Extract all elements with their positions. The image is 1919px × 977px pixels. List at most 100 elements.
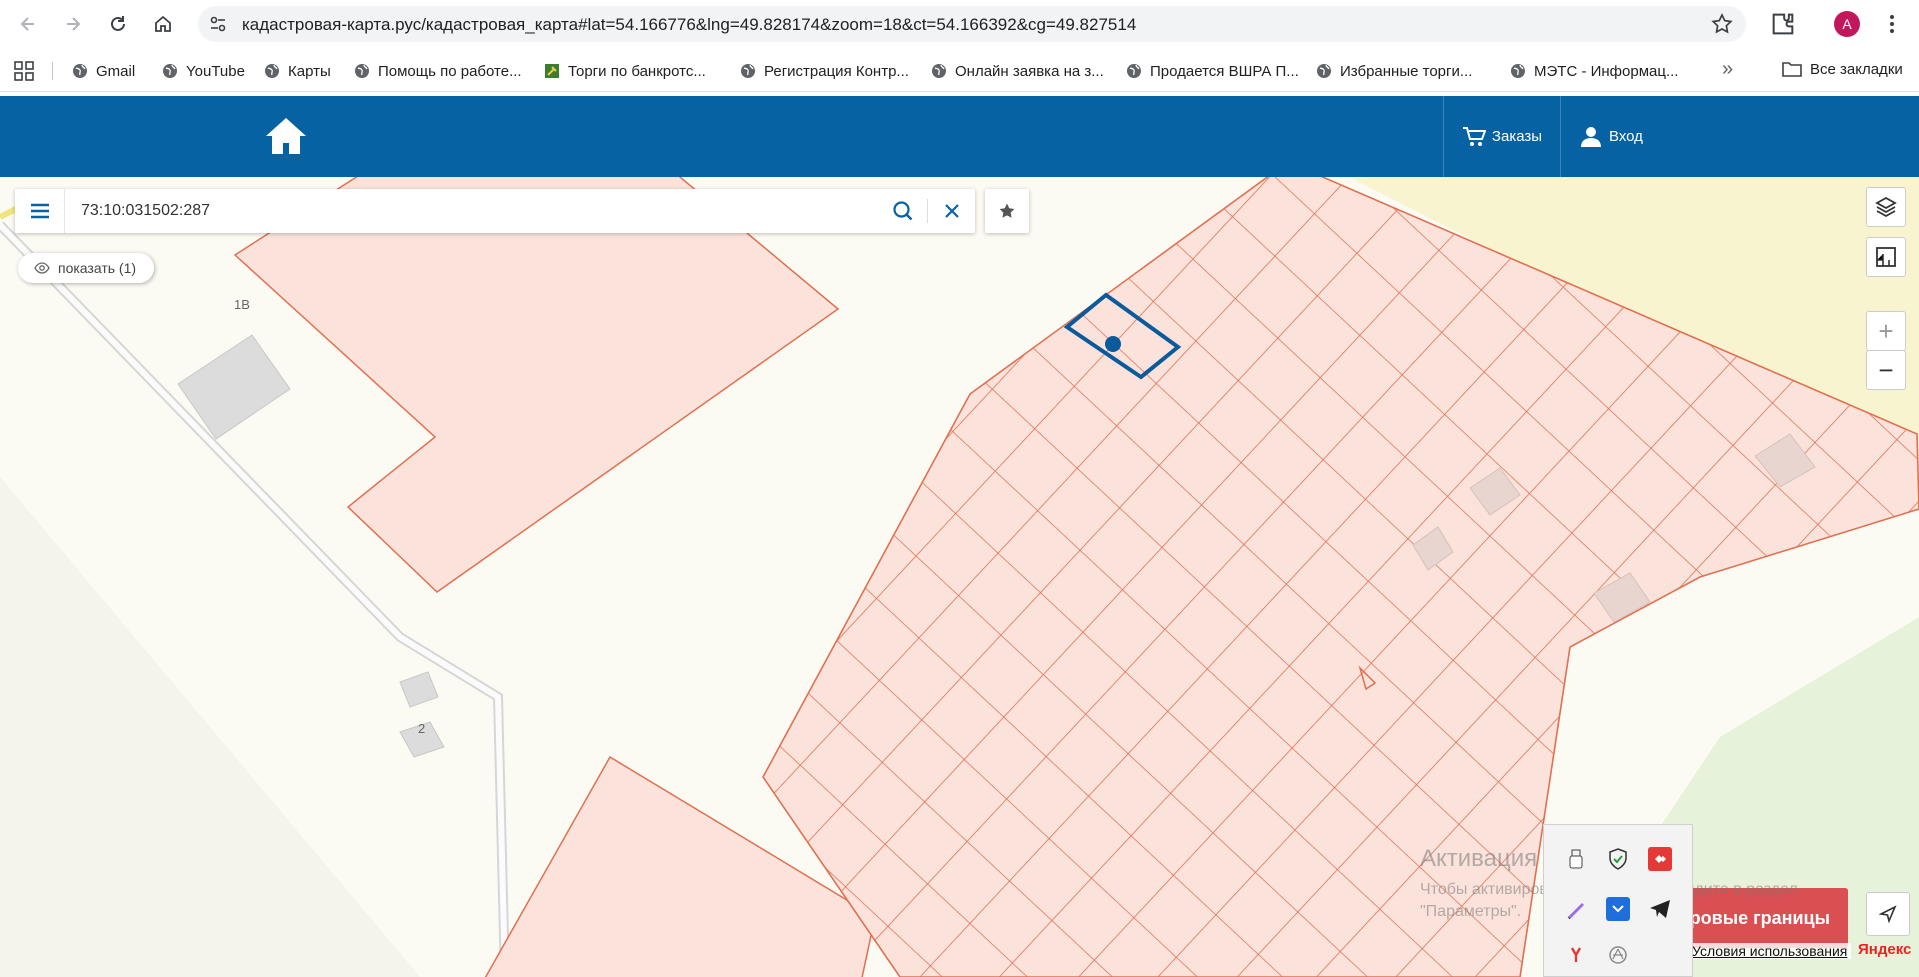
bookmark-label: Торги по банкротс...: [568, 62, 706, 80]
yandex-browser-icon[interactable]: [1564, 943, 1588, 967]
gmail-icon: [72, 63, 88, 79]
zoom-in-button[interactable]: +: [1866, 311, 1906, 351]
globe-icon: [162, 63, 178, 79]
yandex-label: Яндекс: [1858, 941, 1912, 958]
building-2[interactable]: 2: [399, 721, 445, 758]
app-download-icon[interactable]: [1606, 897, 1630, 921]
globe-icon: [1510, 63, 1526, 79]
globe-icon: [1126, 63, 1142, 79]
eye-icon: [34, 262, 50, 274]
layers-button[interactable]: [1866, 187, 1906, 227]
bookmark-star-icon[interactable]: [1710, 12, 1734, 36]
address-bar-row: кадастровая-карта.рус/кадастровая_карта#…: [0, 0, 1919, 48]
apps-grid-icon[interactable]: [14, 61, 34, 81]
bookmark-label: МЭТС - Информац...: [1534, 62, 1679, 80]
star-icon: [999, 203, 1015, 218]
cart-icon: [1462, 126, 1486, 146]
browser-chrome: кадастровая-карта.рус/кадастровая_карта#…: [0, 0, 1919, 96]
pen-tool-icon[interactable]: [1564, 897, 1588, 921]
bookmark-item[interactable]: Gmail: [72, 60, 135, 82]
bookmark-label: Помощь по работе...: [378, 62, 522, 80]
arrow-right-icon: [67, 17, 81, 31]
more-bookmarks-chevron-icon[interactable]: »: [1722, 58, 1733, 81]
bookmark-label: Регистрация Контр...: [764, 62, 909, 80]
telegram-icon[interactable]: [1648, 897, 1672, 921]
reload-button[interactable]: [104, 10, 132, 38]
home-button[interactable]: [149, 10, 177, 38]
bookmark-item[interactable]: Онлайн заявка на з...: [931, 60, 1104, 82]
search-separator: [927, 199, 928, 223]
omnibox[interactable]: кадастровая-карта.рус/кадастровая_карта#…: [198, 6, 1746, 42]
hamburger-icon: [30, 203, 49, 219]
all-bookmarks-folder[interactable]: Все закладки: [1782, 60, 1903, 78]
show-results-button[interactable]: показать (1): [18, 253, 155, 283]
cadastral-map[interactable]: 1В 2 показать (1) +: [0, 177, 1919, 977]
security-shield-icon[interactable]: [1606, 847, 1630, 871]
parcel-large-west: [233, 177, 840, 593]
gavel-icon: [544, 63, 560, 79]
home-icon[interactable]: [264, 116, 308, 156]
bookmark-label: Продается ВШРА П...: [1150, 62, 1299, 80]
bookmark-item[interactable]: YouTube: [162, 60, 245, 82]
globe-icon: [1316, 63, 1332, 79]
bookmark-item[interactable]: Торги по банкротс...: [544, 60, 706, 82]
bookmarks-bar: Gmail YouTube Карты Помощь по работе... Торг…: [0, 48, 1919, 92]
cadastral-search-input[interactable]: [65, 189, 885, 233]
search-icon[interactable]: [891, 199, 915, 223]
globe-icon: [931, 63, 947, 79]
bookmark-item[interactable]: МЭТС - Информац...: [1510, 60, 1678, 82]
yandex-logo[interactable]: Яндекс: [1858, 941, 1911, 958]
url-text[interactable]: кадастровая-карта.рус/кадастровая_карта#…: [242, 15, 1136, 35]
building-1v[interactable]: 1В: [177, 297, 291, 440]
bookmark-item[interactable]: Помощь по работе...: [354, 60, 522, 82]
layers-icon: [1875, 196, 1897, 218]
site-settings-icon[interactable]: [208, 14, 228, 34]
favorites-button[interactable]: [985, 189, 1029, 233]
building-label-2: 2: [418, 721, 425, 736]
login-button[interactable]: Вход: [1560, 96, 1680, 177]
folder-icon: [1782, 62, 1802, 77]
more-vert-icon[interactable]: [1880, 10, 1904, 38]
globe-icon: [354, 63, 370, 79]
ruler-icon: [1876, 247, 1896, 267]
terms-link[interactable]: Условия использования: [1688, 943, 1852, 959]
show-results-label: показать (1): [58, 260, 137, 276]
reload-icon: [111, 16, 125, 31]
bookmark-label: Избранные торги...: [1340, 62, 1473, 80]
zoom-out-button[interactable]: −: [1866, 350, 1906, 390]
anydesk-icon[interactable]: [1648, 847, 1672, 871]
all-bookmarks-label: Все закладки: [1810, 60, 1903, 78]
search-box: [15, 189, 975, 233]
close-icon[interactable]: [940, 199, 964, 223]
arrow-left-icon: [20, 17, 34, 31]
bookmark-item[interactable]: Избранные торги...: [1316, 60, 1472, 82]
bookmark-item[interactable]: Регистрация Контр...: [740, 60, 909, 82]
building-small: [399, 671, 439, 708]
back-button[interactable]: [14, 10, 42, 38]
bookmark-label: Gmail: [96, 62, 136, 80]
selected-parcel-marker[interactable]: [1105, 336, 1121, 352]
forward-button[interactable]: [59, 10, 87, 38]
menu-button[interactable]: [15, 189, 65, 233]
profile-avatar[interactable]: A: [1834, 11, 1860, 37]
bookmark-label: Онлайн заявка на з...: [955, 62, 1104, 80]
bookmarks-separator: [52, 62, 53, 80]
orders-label: Заказы: [1491, 128, 1543, 145]
map-zone-grey: [0, 477, 420, 977]
orders-button[interactable]: Заказы: [1443, 96, 1560, 177]
globe-icon: [264, 63, 280, 79]
bookmark-item[interactable]: Продается ВШРА П...: [1126, 60, 1299, 82]
ruler-button[interactable]: [1866, 237, 1906, 277]
site-header: Заказы Вход: [0, 96, 1919, 177]
extensions-puzzle-icon[interactable]: [1769, 10, 1797, 38]
usb-drive-icon[interactable]: [1564, 847, 1588, 871]
bookmark-label: Карты: [288, 62, 331, 80]
login-label: Вход: [1609, 128, 1643, 145]
system-tray-popup: [1543, 824, 1693, 977]
building-label-1v: 1В: [234, 297, 250, 312]
user-icon: [1581, 126, 1601, 147]
network-app-icon[interactable]: [1606, 943, 1630, 967]
globe-icon: [740, 63, 756, 79]
home-outline-icon: [155, 15, 171, 32]
bookmark-item[interactable]: Карты: [264, 60, 331, 82]
